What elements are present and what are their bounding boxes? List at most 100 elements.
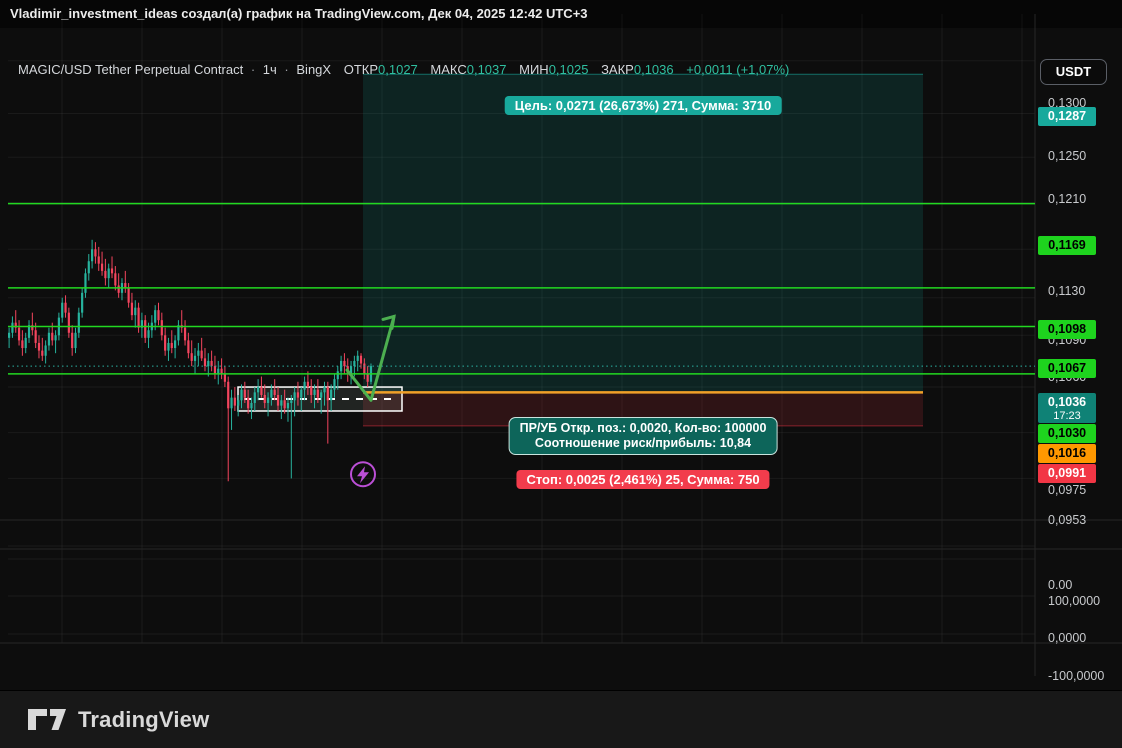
- tradingview-share-screenshot: Vladimir_investment_ideas создал(а) граф…: [0, 0, 1122, 748]
- candle-body: [193, 355, 197, 361]
- candle-body: [233, 397, 236, 406]
- candle-body: [359, 355, 363, 364]
- candle-body: [64, 302, 67, 313]
- candle-body: [174, 340, 177, 349]
- indicator-axis-label: 0,0000: [1048, 631, 1087, 645]
- candle-body: [190, 353, 193, 361]
- candle-body: [320, 392, 323, 398]
- candle-body: [286, 402, 290, 409]
- open-value: 0,1027: [378, 62, 418, 77]
- price-axis-label: 0,1250: [1048, 148, 1087, 163]
- candle-body: [8, 332, 11, 338]
- candle-body: [44, 345, 47, 356]
- candle-body: [114, 273, 117, 286]
- candle-body: [117, 285, 120, 293]
- exchange-name[interactable]: BingX: [296, 62, 331, 77]
- candle-body: [217, 368, 220, 374]
- candle-body: [270, 389, 273, 398]
- price-badge-level: 0,1067: [1038, 358, 1096, 378]
- long-position-profit-zone[interactable]: [363, 74, 923, 393]
- candle-body: [47, 332, 51, 346]
- price-badge-green: 0,1030: [1038, 424, 1096, 444]
- open-label: ОТКР: [343, 62, 379, 77]
- candle-body: [177, 325, 180, 341]
- candle-body: [230, 397, 233, 409]
- candle-body: [330, 389, 333, 401]
- position-stop-label[interactable]: Стоп: 0,0025 (2,461%) 25, Сумма: 750: [516, 469, 770, 489]
- indicator-axis-label: 100,0000: [1048, 594, 1101, 608]
- candle-body: [366, 373, 369, 382]
- candle-body: [144, 320, 147, 338]
- position-pnl-label[interactable]: ПР/УБ Откр. поз.: 0,0020, Кол-во: 100000…: [508, 417, 778, 456]
- candle-body: [137, 307, 140, 328]
- currency-button[interactable]: USDT: [1040, 59, 1107, 85]
- low-value: 0,1025: [548, 62, 589, 77]
- candle-body: [306, 381, 309, 388]
- lightning-bolt-icon: [357, 466, 369, 484]
- candle-body: [167, 342, 170, 351]
- candle-body: [266, 397, 270, 403]
- candle-body: [316, 389, 319, 398]
- candle-body: [147, 330, 150, 338]
- candle-body: [104, 270, 107, 279]
- candle-body: [313, 389, 316, 395]
- candle-body: [363, 363, 366, 374]
- candle-body: [87, 261, 90, 274]
- candle-body: [54, 335, 57, 341]
- price-badge-target: 0,1287: [1038, 106, 1096, 126]
- candle-body: [250, 402, 253, 409]
- candle-body: [110, 268, 114, 274]
- candle-body: [187, 340, 190, 354]
- price-badge-red: 0,0991: [1038, 464, 1096, 484]
- price-badge-current-price: 0,1036 17:23: [1038, 393, 1096, 424]
- candle-body: [303, 381, 306, 390]
- candle-body: [81, 292, 84, 313]
- candle-body: [326, 387, 329, 401]
- candle-body: [300, 389, 303, 398]
- candle-body: [11, 322, 14, 333]
- candle-body: [51, 332, 54, 341]
- candle-body: [213, 366, 217, 374]
- position-target-label[interactable]: Цель: 0,0271 (26,673%) 271, Сумма: 3710: [504, 96, 782, 116]
- indicator-axis-label: 0.00: [1048, 578, 1073, 592]
- candle-body: [74, 332, 77, 349]
- candle-body: [183, 327, 187, 341]
- candle-body: [61, 302, 64, 318]
- candle-body: [310, 387, 313, 395]
- symbol-title[interactable]: MAGIC/USD Tether Perpetual Contract: [18, 62, 243, 77]
- candle-body: [283, 400, 286, 409]
- position-pnl-line1: ПР/УБ Откр. поз.: 0,0020, Кол-во: 100000: [519, 421, 767, 436]
- high-value: 0,1037: [466, 62, 507, 77]
- candle-body: [336, 371, 339, 380]
- candle-body: [134, 307, 137, 316]
- candle-body: [84, 273, 87, 293]
- interval-value[interactable]: 1ч: [263, 62, 277, 77]
- candle-body: [257, 387, 260, 393]
- price-axis-label: 0,0953: [1048, 513, 1087, 528]
- candle-body: [17, 327, 21, 341]
- candle-body: [164, 335, 167, 351]
- candle-body: [107, 268, 110, 279]
- candle-body: [223, 373, 226, 382]
- low-label: МИН: [519, 62, 549, 77]
- candle-body: [34, 330, 37, 343]
- candle-body: [203, 358, 207, 367]
- chart-pane[interactable]: MAGIC/USD Tether Perpetual Contract · 1ч…: [0, 14, 1122, 708]
- candle-body: [293, 392, 296, 401]
- candle-body: [280, 400, 283, 406]
- candle-body: [240, 389, 243, 401]
- candle-body: [127, 287, 130, 303]
- legend-separator: ·: [250, 62, 256, 77]
- high-label: МАКС: [430, 62, 467, 77]
- candle-body: [94, 249, 97, 257]
- symbol-legend[interactable]: MAGIC/USD Tether Perpetual Contract · 1ч…: [18, 62, 789, 77]
- price-badge-level: 0,1098: [1038, 320, 1096, 340]
- candle-body: [247, 397, 250, 409]
- candle-body: [197, 350, 200, 356]
- candle-body: [41, 350, 44, 356]
- candle-body: [71, 332, 74, 349]
- candle-body: [290, 400, 293, 403]
- candle-body: [207, 360, 210, 367]
- legend-separator: ·: [284, 62, 289, 77]
- candle-body: [154, 310, 157, 323]
